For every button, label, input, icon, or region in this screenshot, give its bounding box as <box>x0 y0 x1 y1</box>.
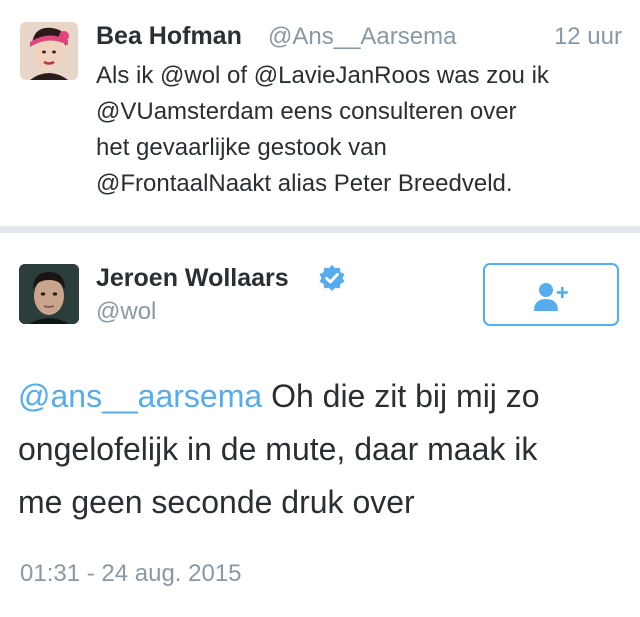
tweet-text-segment: Oh die zit bij mij zo <box>262 378 540 414</box>
reply-text-line: het gevaarlijke gestook van <box>96 134 387 161</box>
author-name[interactable]: Jeroen Wollaars <box>96 264 289 293</box>
reply-text-line: Als ik @wol of @LavieJanRoos was zou ik <box>96 62 549 89</box>
tweet-text-line: me geen seconde druk over <box>18 484 415 520</box>
avatar-jeroen-wollaars[interactable] <box>19 264 79 324</box>
avatar-bea-hofman[interactable] <box>20 22 78 80</box>
reply-author-handle[interactable]: @Ans__Aarsema <box>268 23 456 51</box>
tweet-text-line: @ans__aarsema Oh die zit bij mij zo <box>18 370 628 423</box>
reply-text-line: @VUamsterdam eens consulteren over <box>96 98 517 125</box>
reply-tweet[interactable]: Bea Hofman @Ans__Aarsema 12 uur Als ik @… <box>0 0 640 226</box>
reply-tweet-text: Als ik @wol of @LavieJanRoos was zou ik … <box>96 58 626 202</box>
reply-text-line: @FrontaalNaakt alias Peter Breedveld. <box>96 170 513 197</box>
add-user-icon <box>534 283 568 311</box>
reply-time[interactable]: 12 uur <box>554 23 622 51</box>
verified-badge-icon <box>318 264 346 292</box>
tweet-text-line: ongelofelijk in de mute, daar maak ik <box>18 431 538 467</box>
author-handle[interactable]: @wol <box>96 298 156 326</box>
tweet-text: @ans__aarsema Oh die zit bij mij zo onge… <box>18 370 628 529</box>
follow-button[interactable] <box>483 263 619 326</box>
mention-link[interactable]: @ans__aarsema <box>18 378 262 414</box>
tweet-divider <box>0 226 640 233</box>
reply-author-name[interactable]: Bea Hofman <box>96 22 242 51</box>
tweet-timestamp[interactable]: 01:31 - 24 aug. 2015 <box>20 560 242 588</box>
